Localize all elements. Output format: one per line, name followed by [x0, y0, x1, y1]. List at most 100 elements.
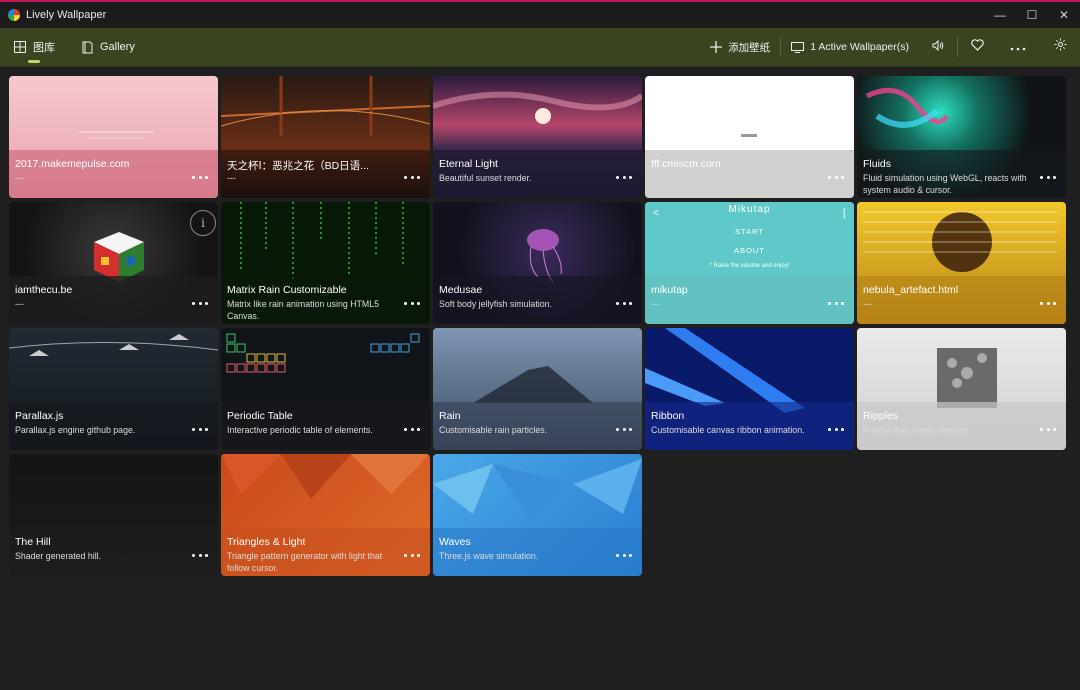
wallpaper-card[interactable]: Ripples Puddle that shows weather. — [857, 328, 1066, 450]
wallpaper-title: iamthecu.be — [15, 284, 73, 296]
card-more-button[interactable] — [192, 424, 208, 434]
heart-icon — [970, 38, 984, 56]
card-more-button[interactable] — [404, 298, 420, 308]
card-more-button[interactable] — [616, 298, 632, 308]
wallpaper-description: --- — [15, 299, 24, 309]
grid-icon — [14, 41, 26, 53]
wallpaper-card[interactable]: <[Mikutap START ABOUT * Raise the volume an… — [645, 202, 854, 324]
card-more-button[interactable] — [192, 550, 208, 560]
card-more-button[interactable] — [404, 172, 420, 182]
maximize-icon: ☐ — [1026, 8, 1038, 22]
wallpaper-description: Customisable canvas ribbon animation. — [651, 425, 805, 435]
maximize-button[interactable]: ☐ — [1016, 2, 1048, 28]
window-title: Lively Wallpaper — [26, 9, 107, 21]
tab-gallery[interactable]: Gallery — [79, 28, 137, 66]
title-bar[interactable]: Lively Wallpaper — ☐ ✕ — [0, 2, 1080, 28]
add-wallpaper-label: 添加壁纸 — [728, 41, 771, 54]
mikutap-overlay-text: Mikutap START ABOUT * Raise the volume and … — [645, 202, 854, 269]
wallpaper-title: Medusae — [439, 284, 483, 296]
card-more-button[interactable] — [404, 550, 420, 560]
card-more-button[interactable] — [1040, 298, 1056, 308]
wallpaper-title: Periodic Table — [227, 410, 293, 422]
card-more-button[interactable] — [828, 172, 844, 182]
card-more-button[interactable] — [616, 172, 632, 182]
wallpaper-title: Ripples — [863, 410, 899, 422]
wallpaper-card[interactable]: Triangles & Light Triangle pattern genera… — [221, 454, 430, 576]
wallpaper-card[interactable]: iamthecu.be --- i — [9, 202, 218, 324]
wallpaper-title: Waves — [439, 536, 471, 548]
tab-gallery-label: Gallery — [100, 41, 135, 53]
mikutap-about: ABOUT — [734, 246, 765, 255]
wallpaper-description: Three.js wave simulation. — [439, 551, 539, 561]
minimize-button[interactable]: — — [984, 2, 1016, 28]
wallpaper-card[interactable]: 天之杯Ⅰ：恶兆之花（BD日语... --- — [221, 76, 430, 198]
wallpaper-title: The Hill — [15, 536, 51, 548]
wallpaper-description: --- — [651, 299, 660, 309]
card-more-button[interactable] — [616, 550, 632, 560]
card-more-button[interactable] — [828, 424, 844, 434]
tab-library-label: 图库 — [33, 42, 55, 54]
wallpaper-title: 天之杯Ⅰ：恶兆之花（BD日语... — [227, 160, 369, 172]
info-icon[interactable]: i — [190, 210, 216, 236]
wallpaper-title: Ribbon — [651, 410, 685, 422]
wallpaper-card[interactable]: Rain Customisable rain particles. — [433, 328, 642, 450]
card-more-button[interactable] — [1040, 424, 1056, 434]
wallpaper-description: Triangle pattern generator with light th… — [227, 551, 383, 573]
wallpaper-description: Shader generated hill. — [15, 551, 102, 561]
add-wallpaper-button[interactable]: 添加壁纸 — [700, 28, 780, 66]
wallpaper-card[interactable]: Waves Three.js wave simulation. — [433, 454, 642, 576]
wallpaper-title: mikutap — [651, 284, 688, 296]
wallpaper-card[interactable]: Eternal Light Beautiful sunset render. — [433, 76, 642, 198]
wallpaper-card[interactable]: Ribbon Customisable canvas ribbon animati… — [645, 328, 854, 450]
wallpaper-card[interactable]: Parallax.js Parallax.js engine github pag… — [9, 328, 218, 450]
card-more-button[interactable] — [404, 424, 420, 434]
wallpaper-card[interactable]: nebula_artefact.html --- — [857, 202, 1066, 324]
settings-button[interactable] — [1040, 28, 1080, 66]
wallpaper-card[interactable]: Matrix Rain Customizable Matrix like rain… — [221, 202, 430, 324]
mikutap-start: START — [735, 227, 764, 236]
wallpaper-description: Soft body jellyfish simulation. — [439, 299, 552, 309]
wallpaper-card[interactable]: The Hill Shader generated hill. — [9, 454, 218, 576]
wallpaper-title: 2017.makemepulse.com — [15, 158, 130, 170]
toolbar: 图库 Gallery 添加壁纸 1 Active Wallpaper(s) — [0, 28, 1080, 67]
card-more-button[interactable] — [1040, 172, 1056, 182]
wallpaper-title: fff.cmiscm.com — [651, 158, 721, 170]
minimize-icon: — — [994, 8, 1006, 22]
active-wallpapers-button[interactable]: 1 Active Wallpaper(s) — [781, 28, 919, 66]
wallpaper-description: --- — [15, 173, 24, 183]
wallpaper-description: Matrix like rain animation using HTML5 C… — [227, 299, 380, 321]
tab-library[interactable]: 图库 — [12, 28, 57, 66]
wallpaper-description: Beautiful sunset render. — [439, 173, 532, 183]
wallpaper-description: --- — [227, 173, 236, 183]
card-more-button[interactable] — [192, 298, 208, 308]
wallpaper-title: Parallax.js — [15, 410, 64, 422]
wallpaper-description: Parallax.js engine github page. — [15, 425, 136, 435]
wallpaper-card[interactable]: Fluids Fluid simulation using WebGL, reac… — [857, 76, 1066, 198]
wallpaper-title: Eternal Light — [439, 158, 498, 170]
wallpaper-title: Matrix Rain Customizable — [227, 284, 347, 296]
mikutap-name: Mikutap — [728, 204, 771, 215]
wallpaper-card[interactable]: Periodic Table Interactive periodic table… — [221, 328, 430, 450]
wallpaper-card[interactable]: Medusae Soft body jellyfish simulation. — [433, 202, 642, 324]
close-button[interactable]: ✕ — [1048, 2, 1080, 28]
favorite-button[interactable] — [958, 28, 996, 66]
more-options-button[interactable] — [996, 28, 1040, 66]
wallpaper-title: Fluids — [863, 158, 892, 170]
gear-icon — [1054, 38, 1067, 56]
wallpaper-title: Triangles & Light — [227, 536, 306, 548]
card-more-button[interactable] — [192, 172, 208, 182]
plus-icon — [710, 41, 723, 53]
wallpaper-card[interactable]: fff.cmiscm.com --- — [645, 76, 854, 198]
card-more-button[interactable] — [616, 424, 632, 434]
wallpaper-card[interactable]: 2017.makemepulse.com --- — [9, 76, 218, 198]
mikutap-hint: * Raise the volume and enjoy! — [709, 263, 790, 269]
wallpaper-description: Puddle that shows weather. — [863, 425, 971, 435]
wallpaper-description: Fluid simulation using WebGL, reacts wit… — [863, 173, 1027, 195]
wallpaper-description: --- — [651, 173, 660, 183]
wallpaper-title: nebula_artefact.html — [863, 284, 959, 296]
wallpaper-description: Customisable rain particles. — [439, 425, 548, 435]
volume-button[interactable] — [919, 28, 957, 66]
close-icon: ✕ — [1058, 8, 1070, 22]
app-logo-icon — [8, 9, 20, 21]
card-more-button[interactable] — [828, 298, 844, 308]
